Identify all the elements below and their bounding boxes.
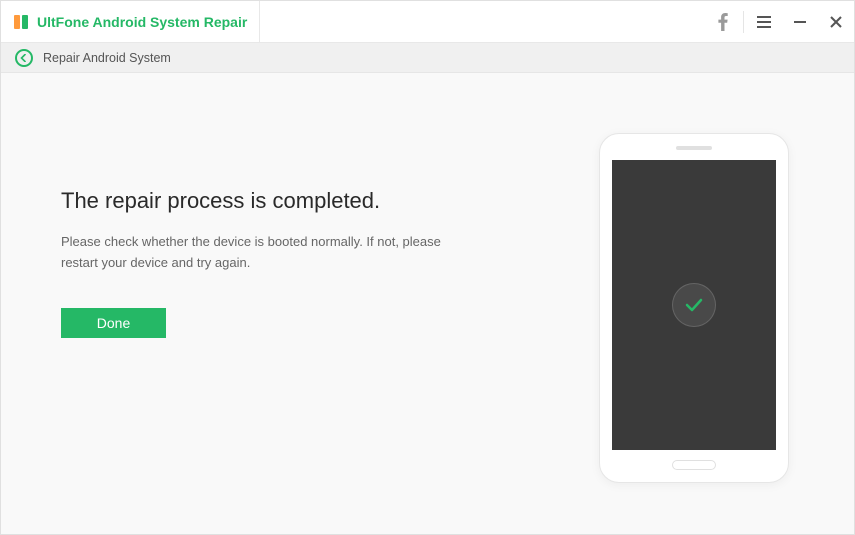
app-title: UltFone Android System Repair	[37, 14, 247, 30]
menu-icon[interactable]	[746, 1, 782, 42]
content: The repair process is completed. Please …	[1, 73, 854, 534]
minimize-icon[interactable]	[782, 1, 818, 42]
page-subtext: Please check whether the device is boote…	[61, 232, 461, 274]
titlebar-left: UltFone Android System Repair	[1, 1, 260, 42]
facebook-icon[interactable]	[705, 1, 741, 42]
close-icon[interactable]	[818, 1, 854, 42]
phone-illustration	[599, 133, 789, 483]
checkmark-icon	[672, 283, 716, 327]
breadcrumb-label: Repair Android System	[43, 51, 171, 65]
content-left: The repair process is completed. Please …	[61, 133, 554, 514]
content-right	[554, 133, 834, 514]
back-icon[interactable]	[15, 49, 33, 67]
app-logo-icon	[13, 14, 29, 30]
app-window: UltFone Android System Repair	[0, 0, 855, 535]
breadcrumb: Repair Android System	[1, 43, 854, 73]
phone-speaker	[676, 146, 712, 150]
separator	[743, 11, 744, 33]
titlebar: UltFone Android System Repair	[1, 1, 854, 43]
phone-screen	[612, 160, 776, 450]
titlebar-controls	[705, 1, 854, 42]
page-heading: The repair process is completed.	[61, 188, 554, 214]
done-button[interactable]: Done	[61, 308, 166, 338]
phone-home-button	[672, 460, 716, 470]
